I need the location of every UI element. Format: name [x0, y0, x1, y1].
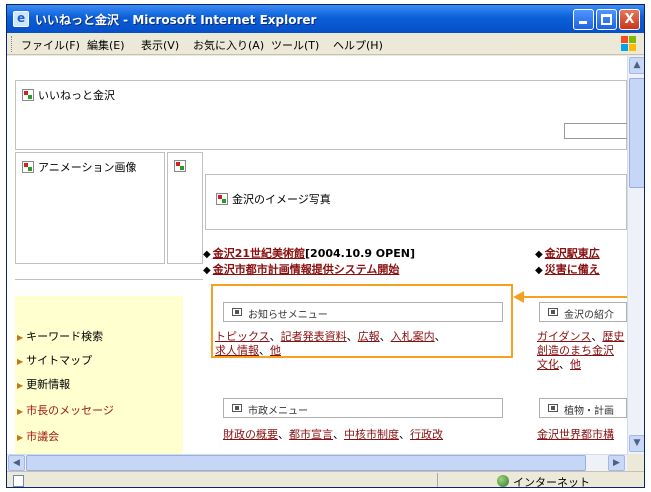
header-frame: いいねっと金沢: [15, 80, 627, 150]
news-item: ◆ 災害に備え: [535, 263, 600, 276]
menu-bar: ファイル(F) 編集(E) 表示(V) お気に入り(A) ツール(T) ヘルプ(…: [7, 33, 644, 55]
animation-image-alt: アニメーション画像: [38, 161, 137, 174]
highlight-annotation-box: [211, 284, 513, 358]
menu-file[interactable]: ファイル(F): [21, 37, 80, 53]
vertical-scroll-thumb[interactable]: [629, 78, 644, 188]
photo-image: 金沢のイメージ写真: [216, 191, 331, 207]
internet-zone-label: インターネット: [513, 476, 590, 488]
horizontal-scroll-thumb[interactable]: [26, 455, 586, 471]
nav-label: キーワード検索: [26, 330, 104, 343]
status-divider: [437, 473, 438, 487]
intro-links-row: 文化、他: [537, 358, 581, 371]
animation-frame: アニメーション画像: [15, 152, 165, 264]
page-viewport[interactable]: いいねっと金沢 アニメーション画像 金沢のイメージ写真 ◆ 金沢21世紀美術館[2…: [7, 56, 627, 454]
menu-header-icon: [548, 308, 558, 316]
link-finance[interactable]: 財政の概要: [223, 428, 278, 441]
nav-mayor-message[interactable]: ▶ 市長のメッセージ: [17, 402, 114, 418]
close-icon: X: [624, 12, 635, 27]
maximize-icon: [601, 14, 612, 25]
broken-image-icon: [174, 160, 186, 172]
nav-label: サイトマップ: [26, 354, 93, 367]
ie-app-icon: e: [13, 11, 29, 27]
intro-title: 金沢の紹介: [564, 310, 614, 321]
photo-frame: 金沢のイメージ写真: [205, 174, 627, 230]
nav-city-council[interactable]: ▶ 市議会: [17, 428, 59, 444]
menu-grip[interactable]: [11, 36, 13, 52]
windows-logo-icon: [620, 35, 638, 53]
internet-zone-icon: [497, 475, 509, 487]
admin-menu-header: 市政メニュー: [223, 398, 503, 418]
news-link[interactable]: 金沢21世紀美術館: [213, 247, 305, 260]
status-bar: インターネット: [7, 471, 644, 488]
callout-arrow-line: [522, 296, 627, 298]
title-bar[interactable]: e いいねっと金沢 - Microsoft Internet Explorer …: [7, 5, 644, 33]
link-admin-reform[interactable]: 行政改: [410, 428, 443, 441]
menu-tools[interactable]: ツール(T): [271, 37, 319, 53]
link-core-city[interactable]: 中核市制度: [344, 428, 399, 441]
animation-image: アニメーション画像: [22, 159, 137, 175]
admin-links-row: 財政の概要、都市宣言、中核市制度、行政改: [223, 428, 443, 441]
scroll-left-icon[interactable]: ◀: [8, 455, 25, 471]
callout-arrow-icon: [513, 291, 524, 303]
link-world-city[interactable]: 金沢世界都市構: [537, 428, 614, 441]
news-suffix: [2004.10.9 OPEN]: [305, 247, 415, 260]
header-image-alt: いいねっと金沢: [38, 89, 115, 102]
window-title: いいねっと金沢 - Microsoft Internet Explorer: [35, 13, 317, 27]
scroll-right-icon[interactable]: ▶: [608, 455, 625, 471]
news-item: ◆ 金沢駅東広: [535, 247, 600, 260]
header-input-box[interactable]: [564, 123, 627, 139]
admin-menu-title: 市政メニュー: [248, 406, 308, 417]
photo-image-alt: 金沢のイメージ写真: [232, 193, 331, 206]
broken-image-icon: [22, 89, 34, 101]
planning-header: 植物・計画: [539, 398, 627, 418]
menu-header-icon: [232, 404, 242, 412]
header-image: いいねっと金沢: [22, 87, 115, 103]
menu-header-icon: [548, 404, 558, 412]
ie-window: e いいねっと金沢 - Microsoft Internet Explorer …: [6, 4, 645, 488]
broken-image-icon: [22, 161, 34, 173]
nav-keyword-search[interactable]: ▶ キーワード検索: [17, 328, 103, 344]
scrollbar-corner: [627, 454, 644, 471]
left-nav: ▶ キーワード検索 ▶ サイトマップ ▶ 更新情報 ▶ 市長のメッセージ ▶ 市議会: [15, 296, 183, 454]
minimize-button[interactable]: [573, 9, 594, 30]
planning-links-row: 金沢世界都市構: [537, 426, 614, 442]
menu-edit[interactable]: 編集(E): [87, 37, 125, 53]
minimize-icon: [579, 21, 587, 24]
link-other[interactable]: 他: [570, 358, 581, 371]
scroll-down-icon[interactable]: ▼: [629, 435, 644, 452]
news-link[interactable]: 金沢市都市計画情報提供システム開始: [213, 263, 400, 276]
broken-image-icon: [216, 193, 228, 205]
horizontal-scrollbar[interactable]: ◀ ▶: [7, 454, 627, 471]
planning-title: 植物・計画: [564, 406, 614, 417]
nav-label: 市長のメッセージ: [26, 404, 114, 417]
link-city-declaration[interactable]: 都市宣言: [289, 428, 333, 441]
small-image-frame: [167, 152, 203, 264]
nav-sitemap[interactable]: ▶ サイトマップ: [17, 352, 92, 368]
scroll-up-icon[interactable]: ▲: [629, 57, 644, 74]
news-item: ◆ 金沢21世紀美術館[2004.10.9 OPEN]: [203, 247, 415, 260]
menu-help[interactable]: ヘルプ(H): [333, 37, 383, 53]
news-item: ◆ 金沢市都市計画情報提供システム開始: [203, 263, 400, 276]
link-culture[interactable]: 文化: [537, 358, 559, 371]
vertical-scrollbar[interactable]: ▲ ▼: [627, 56, 644, 454]
page-status-icon: [13, 475, 24, 487]
menu-view[interactable]: 表示(V): [141, 37, 179, 53]
left-divider: [15, 264, 203, 280]
nav-label: 更新情報: [26, 378, 71, 391]
nav-label: 市議会: [26, 430, 60, 443]
intro-header: 金沢の紹介: [539, 302, 627, 322]
nav-updates[interactable]: ▶ 更新情報: [17, 376, 70, 392]
maximize-button[interactable]: [596, 9, 617, 30]
news-link[interactable]: 金沢駅東広: [545, 247, 600, 260]
small-image: [174, 159, 186, 172]
menu-favorites[interactable]: お気に入り(A): [193, 37, 264, 53]
close-button[interactable]: X: [619, 9, 640, 30]
news-link[interactable]: 災害に備え: [545, 263, 600, 276]
